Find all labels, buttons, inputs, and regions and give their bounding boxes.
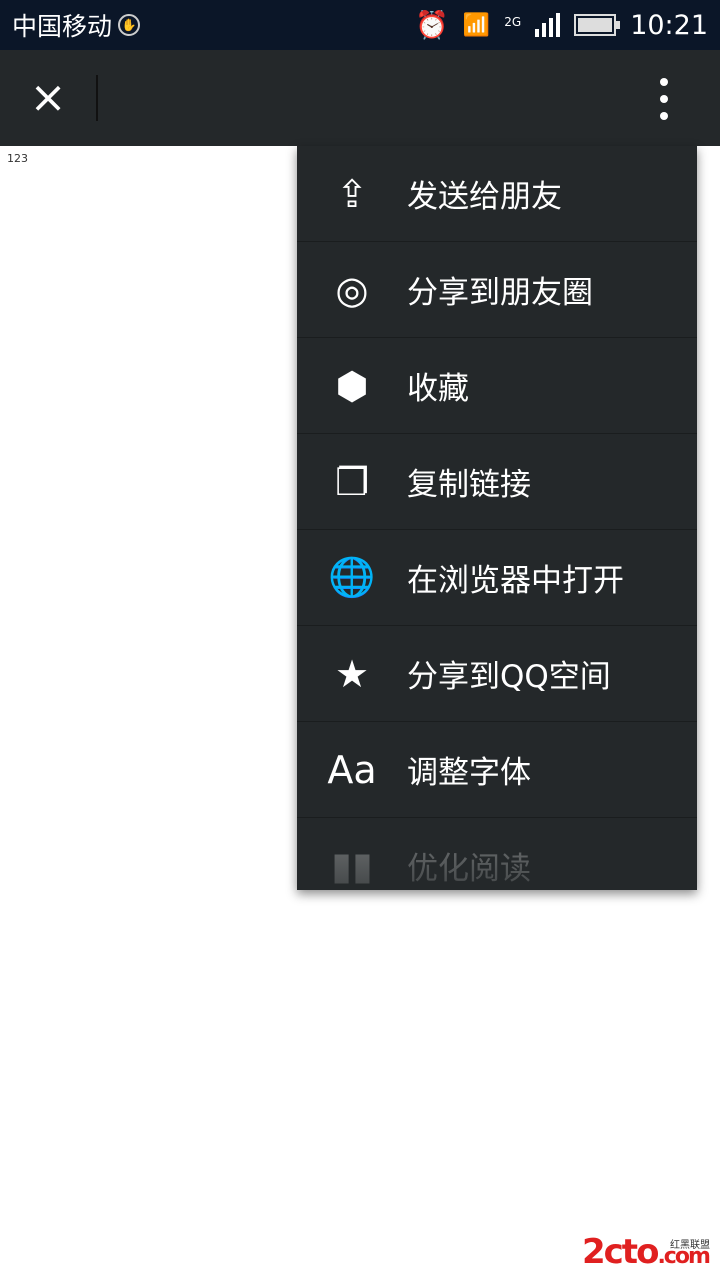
battery-icon: [574, 14, 621, 36]
menu-item[interactable]: ⇪ 发送给朋友: [297, 146, 697, 242]
more-options-icon[interactable]: [652, 78, 676, 120]
menu-item[interactable]: ◎ 分享到朋友圈: [297, 242, 697, 338]
aperture-icon: ◎: [335, 267, 369, 312]
page-content: 123: [7, 152, 28, 165]
status-bar: 中国移动 ✋ ⏰ 📶 2G 10:21: [0, 0, 720, 50]
menu-item[interactable]: Aa 调整字体: [297, 722, 697, 818]
menu-fade: [297, 830, 697, 890]
cube-icon: ⬢: [335, 363, 369, 408]
close-icon[interactable]: ×: [28, 76, 68, 120]
toolbar: ×: [0, 50, 720, 146]
carrier-name: 中国移动: [12, 12, 113, 41]
hand-icon: ✋: [118, 14, 141, 36]
menu-item-label: 调整字体: [407, 755, 531, 791]
menu-item-label: 发送给朋友: [407, 179, 562, 215]
wifi-icon: 📶: [462, 12, 491, 38]
qzone-star-icon: ★: [334, 651, 370, 696]
divider: [96, 75, 98, 121]
menu-item-label: 分享到QQ空间: [407, 659, 611, 695]
copy-icon: ❐: [334, 459, 370, 504]
share-icon: ⇪: [336, 171, 368, 216]
options-menu: ⇪ 发送给朋友 ◎ 分享到朋友圈 ⬢ 收藏 ❐ 复制链接 🌐 在浏览器中打开 ★ 分享到QQ空间 Aa 调…: [297, 146, 697, 890]
menu-item[interactable]: ⬢ 收藏: [297, 338, 697, 434]
network-type: 2G: [504, 15, 522, 29]
menu-item[interactable]: ❐ 复制链接: [297, 434, 697, 530]
menu-item-label: 复制链接: [407, 467, 531, 503]
menu-item-label: 收藏: [407, 371, 469, 407]
watermark-logo: 2cto.com 红黑联盟: [582, 1232, 711, 1272]
globe-icon: 🌐: [328, 555, 376, 599]
clock: 10:21: [630, 9, 708, 41]
alarm-icon: ⏰: [415, 10, 449, 41]
menu-item-label: 在浏览器中打开: [407, 563, 624, 599]
signal-icon: [535, 13, 561, 37]
menu-item[interactable]: 🌐 在浏览器中打开: [297, 530, 697, 626]
menu-item-label: 分享到朋友圈: [407, 275, 593, 311]
menu-item[interactable]: ★ 分享到QQ空间: [297, 626, 697, 722]
font-icon: Aa: [327, 747, 377, 792]
